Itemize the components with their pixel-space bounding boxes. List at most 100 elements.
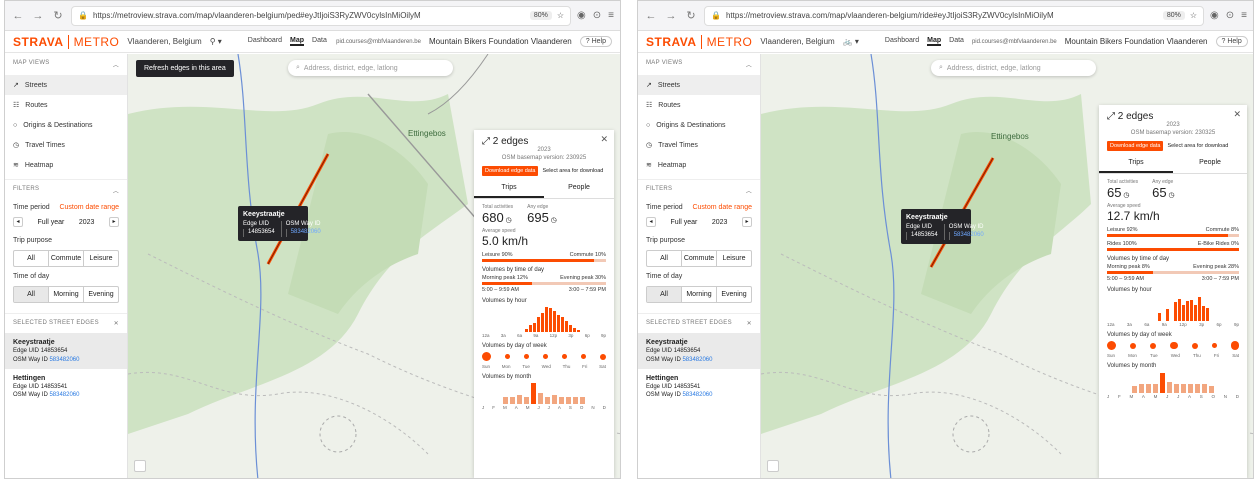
help-button[interactable]: ? Help (1215, 36, 1248, 47)
year-value[interactable]: 2023 (79, 219, 95, 226)
shield-icon[interactable]: ◉ (577, 10, 586, 21)
tab-map[interactable]: Map (290, 37, 305, 46)
star-icon[interactable]: ☆ (557, 11, 564, 20)
purpose-leisure[interactable]: Leisure (84, 251, 118, 266)
chevron-up-icon[interactable]: ︿ (113, 186, 119, 195)
hour-bar (1205, 307, 1209, 321)
sidebar-item-streets[interactable]: ↗ Streets (638, 75, 760, 95)
zoom-level[interactable]: 80% (1162, 11, 1185, 20)
zoom-level[interactable]: 80% (529, 11, 552, 20)
next-period-button[interactable]: ▸ (741, 217, 752, 227)
org-name[interactable]: Mountain Bikers Foundation Vlaanderen (429, 37, 572, 46)
sidebar-item-origins[interactable]: ○ Origins & Destinations (5, 115, 127, 135)
axis-tick-label: M (1153, 393, 1158, 399)
hour-bar (1177, 298, 1181, 321)
close-icon[interactable]: ✕ (747, 320, 752, 327)
sidebar-item-travel-times[interactable]: ◷ Travel Times (5, 135, 127, 155)
map-canvas[interactable]: Refresh edges in this area ⌕ Address, dis… (128, 54, 620, 478)
star-icon[interactable]: ☆ (1190, 11, 1197, 20)
tod-morning[interactable]: Morning (682, 287, 717, 302)
tab-people[interactable]: People (544, 179, 614, 198)
tod-evening[interactable]: Evening (84, 287, 118, 302)
close-icon[interactable]: ✕ (600, 134, 608, 145)
sidebar-item-streets[interactable]: ↗ Streets (5, 75, 127, 95)
tod-morning[interactable]: Morning (49, 287, 84, 302)
reload-icon[interactable]: ↻ (51, 9, 65, 22)
user-email[interactable]: pid.courses@mbfvlaanderen.be (972, 39, 1057, 45)
map-layer-button[interactable] (134, 460, 146, 472)
address-bar[interactable]: 🔒 https://metroview.strava.com/map/vlaan… (71, 5, 572, 26)
map-canvas[interactable]: ⌕ Address, district, edge, latlong Etting… (761, 54, 1253, 478)
tod-all[interactable]: All (647, 287, 682, 302)
address-bar[interactable]: 🔒 https://metroview.strava.com/map/vlaan… (704, 5, 1205, 26)
forward-icon[interactable]: → (664, 10, 678, 22)
forward-icon[interactable]: → (31, 10, 45, 22)
custom-date-range-link[interactable]: Custom date range (692, 204, 752, 211)
period-value[interactable]: Full year (671, 219, 698, 226)
select-area-button[interactable]: Select area for download (542, 168, 603, 174)
tab-people[interactable]: People (1173, 154, 1247, 173)
purpose-all[interactable]: All (14, 251, 49, 266)
purpose-all[interactable]: All (647, 251, 682, 266)
tab-trips[interactable]: Trips (1099, 154, 1173, 173)
shield-icon[interactable]: ◉ (1210, 10, 1219, 21)
map-layer-button[interactable] (767, 460, 779, 472)
org-name[interactable]: Mountain Bikers Foundation Vlaanderen (1065, 37, 1208, 46)
sidebar-item-heatmap[interactable]: ≋ Heatmap (638, 155, 760, 175)
tod-all[interactable]: All (14, 287, 49, 302)
user-email[interactable]: pid.courses@mbfvlaanderen.be (336, 39, 421, 45)
help-button[interactable]: ? Help (579, 36, 612, 47)
search-input[interactable]: ⌕ Address, district, edge, latlong (931, 60, 1096, 76)
refresh-edges-button[interactable]: Refresh edges in this area (136, 60, 234, 77)
download-edge-data-button[interactable]: Download edge data (1107, 140, 1164, 151)
chevron-up-icon[interactable]: ︿ (113, 60, 119, 69)
prev-period-button[interactable]: ◂ (646, 217, 656, 227)
tab-map[interactable]: Map (927, 37, 942, 46)
axis-tick-label: J (482, 404, 485, 410)
chevron-up-icon[interactable]: ︿ (746, 186, 752, 195)
chevron-up-icon[interactable]: ︿ (746, 60, 752, 69)
selected-edge-card[interactable]: Keeystraatje Edge UID 14853654 OSM Way I… (5, 333, 127, 369)
period-value[interactable]: Full year (38, 219, 65, 226)
selected-edge-card[interactable]: Keeystraatje Edge UID 14853654 OSM Way I… (638, 333, 760, 369)
tab-trips[interactable]: Trips (474, 179, 544, 198)
tab-dashboard[interactable]: Dashboard (248, 37, 282, 46)
account-icon[interactable]: ⊙ (593, 10, 601, 21)
selected-edge-card[interactable]: Hettingen Edge UID 14853541 OSM Way ID 5… (5, 369, 127, 405)
tod-evening[interactable]: Evening (717, 287, 751, 302)
purpose-commute[interactable]: Commute (49, 251, 84, 266)
back-icon[interactable]: ← (11, 10, 25, 22)
selected-edge-card[interactable]: Hettingen Edge UID 14853541 OSM Way ID 5… (638, 369, 760, 405)
dow-title: Volumes by day of week (482, 342, 547, 349)
back-icon[interactable]: ← (644, 10, 658, 22)
menu-icon[interactable]: ≡ (608, 10, 614, 21)
account-icon[interactable]: ⊙ (1226, 10, 1234, 21)
custom-date-range-link[interactable]: Custom date range (59, 204, 119, 211)
strava-logo[interactable]: STRAVA METRO (646, 34, 753, 49)
next-period-button[interactable]: ▸ (108, 217, 119, 227)
strava-logo[interactable]: STRAVA METRO (13, 34, 120, 49)
close-icon[interactable]: ✕ (114, 320, 119, 327)
download-edge-data-button[interactable]: Download edge data (482, 165, 539, 176)
sidebar-item-routes[interactable]: ☷ Routes (5, 95, 127, 115)
sidebar-item-routes[interactable]: ☷ Routes (638, 95, 760, 115)
sidebar-item-travel-times[interactable]: ◷ Travel Times (638, 135, 760, 155)
prev-period-button[interactable]: ◂ (13, 217, 23, 227)
tab-dashboard[interactable]: Dashboard (885, 37, 919, 46)
reload-icon[interactable]: ↻ (684, 9, 698, 22)
menu-icon[interactable]: ≡ (1241, 10, 1247, 21)
bike-icon[interactable]: 🚲 ▾ (843, 37, 859, 46)
purpose-leisure[interactable]: Leisure (717, 251, 751, 266)
select-area-button[interactable]: Select area for download (1167, 143, 1228, 149)
bike-icon[interactable]: ⚲ ▾ (210, 37, 222, 46)
year-value[interactable]: 2023 (712, 219, 728, 226)
tab-data[interactable]: Data (949, 37, 964, 46)
search-input[interactable]: ⌕ Address, district, edge, latlong (288, 60, 453, 76)
axis-tick-label: 12a (482, 332, 490, 338)
sidebar-item-origins[interactable]: ○ Origins & Destinations (638, 115, 760, 135)
tab-data[interactable]: Data (312, 37, 327, 46)
purpose-commute[interactable]: Commute (682, 251, 717, 266)
sidebar-item-heatmap[interactable]: ≋ Heatmap (5, 155, 127, 175)
close-icon[interactable]: ✕ (1233, 109, 1241, 120)
axis-tick-label: 12a (1107, 321, 1115, 327)
